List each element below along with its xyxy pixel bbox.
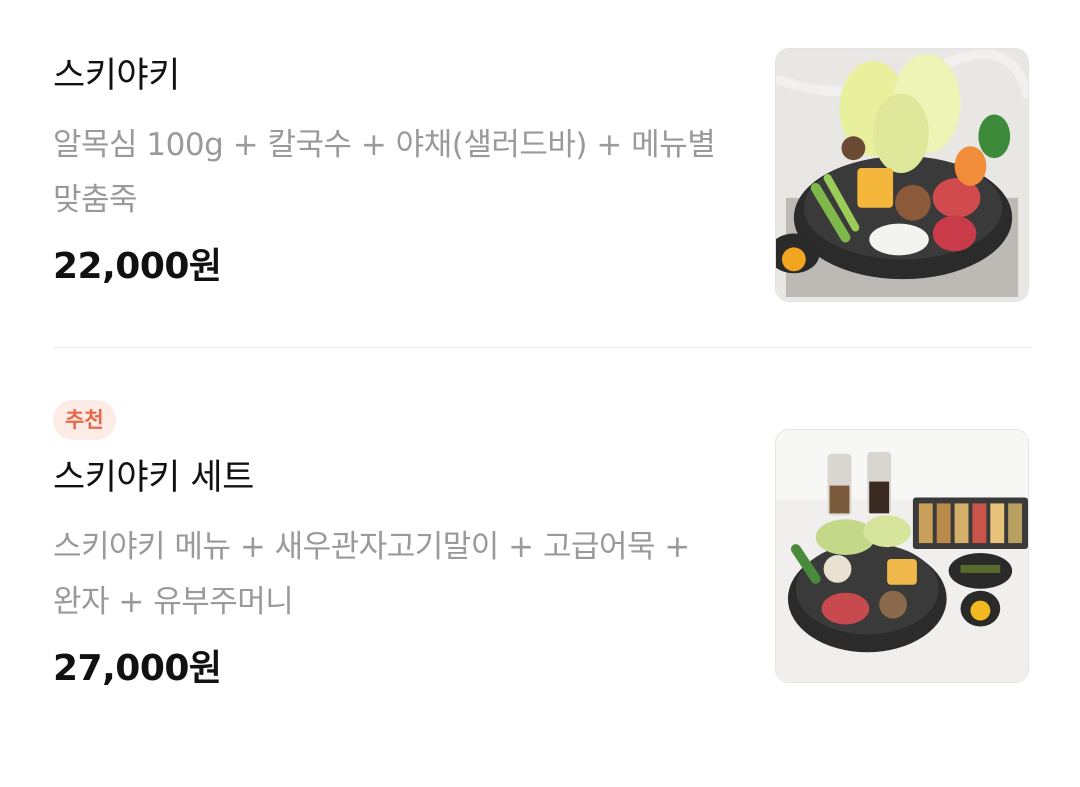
menu-item-name: 스키야키 세트: [53, 458, 254, 498]
menu-item-description: 알목심 100g + 칼국수 + 야채(샐러드바) + 메뉴별 맞춤죽: [53, 127, 716, 218]
menu-item-photo[interactable]: [775, 429, 1029, 683]
recommended-badge: 추천: [53, 400, 116, 440]
menu-item-name: 스키야키: [53, 56, 180, 96]
menu-item-photo[interactable]: [775, 48, 1029, 302]
menu-item-info: 추천 스키야키 세트 스키야키 메뉴 + 새우관자고기말이 + 고급어묵 + 완…: [53, 400, 733, 694]
menu-item-info: 스키야키 알목심 100g + 칼국수 + 야채(샐러드바) + 메뉴별 맞춤죽…: [53, 52, 733, 292]
menu-item-sukiyaki[interactable]: 스키야키 알목심 100g + 칼국수 + 야채(샐러드바) + 메뉴별 맞춤죽…: [0, 0, 1080, 347]
menu-item-price: 22,000원: [53, 246, 222, 287]
menu-item-sukiyaki-set[interactable]: 추천 스키야키 세트 스키야키 메뉴 + 새우관자고기말이 + 고급어묵 + 완…: [0, 348, 1080, 787]
menu-item-price: 27,000원: [53, 648, 222, 689]
menu-item-description: 스키야키 메뉴 + 새우관자고기말이 + 고급어묵 + 완자 + 유부주머니: [53, 529, 690, 620]
sukiyaki-set-image: [776, 430, 1028, 682]
sukiyaki-hotpot-image: [776, 49, 1028, 301]
